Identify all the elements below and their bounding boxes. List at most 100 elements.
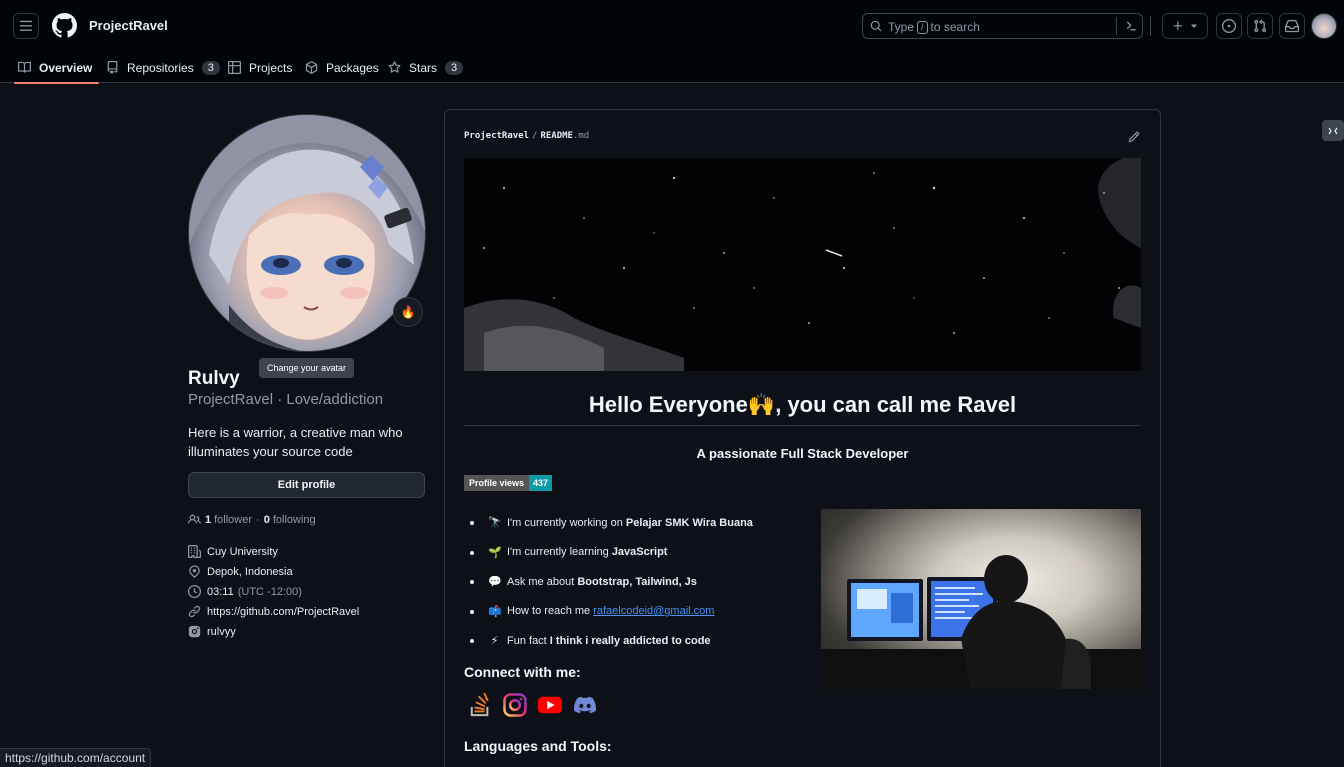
tab-overview-label: Overview: [39, 60, 93, 75]
organization-icon: [188, 545, 201, 558]
copilot-icon: [1328, 127, 1338, 134]
bullet-bold: Bootstrap, Tailwind, Js: [577, 575, 697, 588]
bullet-text: I'm currently working on: [507, 516, 626, 529]
vcard-timezone-text: (UTC -12:00): [237, 585, 302, 598]
github-logo-icon[interactable]: [52, 13, 77, 38]
edit-profile-button[interactable]: Edit profile: [188, 472, 425, 498]
edit-readme-button[interactable]: [1128, 131, 1140, 143]
search-icon: [870, 20, 882, 32]
vcard-location: Depok, Indonesia: [188, 565, 293, 578]
pencil-icon: [1128, 131, 1140, 143]
instagram-logo-icon: [503, 693, 527, 717]
command-palette-icon[interactable]: [1123, 19, 1137, 33]
vcard-website[interactable]: https://github.com/ProjectRavel: [188, 605, 359, 618]
profile-bio: Here is a warrior, a creative man who il…: [188, 425, 403, 459]
follow-stats: 1 follower · 0 following: [188, 513, 316, 526]
issues-button[interactable]: [1216, 13, 1242, 39]
list-item: 💬 Ask me about Bootstrap, Tailwind, Js: [470, 567, 753, 597]
profile-tabs: Overview Repositories 3 Projects Package…: [0, 52, 1344, 84]
follow-separator: ·: [256, 513, 260, 526]
tab-overview[interactable]: Overview: [14, 52, 100, 84]
location-icon: [189, 565, 200, 578]
header-divider: [1150, 16, 1151, 36]
repo-icon: [107, 61, 118, 74]
tab-projects[interactable]: Projects: [228, 52, 292, 83]
triangle-down-icon: [1191, 24, 1197, 28]
git-pull-request-icon: [1254, 19, 1267, 33]
youtube-link[interactable]: [538, 692, 562, 718]
stackoverflow-link[interactable]: [468, 692, 492, 718]
book-icon: [18, 61, 31, 73]
vcard-organization-text: Cuy University: [207, 545, 278, 558]
stars-count-badge: 3: [445, 60, 464, 75]
email-link[interactable]: rafaelcodeid@gmail.com: [593, 605, 714, 617]
vcard-instagram-text: rulvyy: [207, 625, 236, 638]
following-link[interactable]: 0 following: [264, 514, 316, 526]
bullet-bold: JavaScript: [611, 546, 668, 559]
tab-projects-label: Projects: [249, 60, 293, 75]
readme-coder-image: [821, 509, 1141, 689]
discord-icon: [574, 696, 596, 714]
mailbox-emoji-icon: 📫: [488, 605, 502, 618]
readme-crumb-owner[interactable]: ProjectRavel: [464, 131, 529, 141]
youtube-icon: [538, 696, 562, 714]
search-placeholder-prefix: Type: [888, 20, 915, 34]
tab-packages[interactable]: Packages: [305, 52, 379, 83]
clock-icon: [188, 585, 201, 598]
copilot-side-button[interactable]: [1322, 120, 1344, 141]
list-item: ⚡ Fun fact I think i really addicted to …: [470, 626, 753, 656]
profile-views-badge: Profile views 437: [464, 475, 553, 491]
search-divider: [1116, 17, 1117, 35]
pull-requests-button[interactable]: [1247, 13, 1273, 39]
instagram-link[interactable]: [503, 692, 527, 718]
readme-heading-rule: [464, 425, 1141, 426]
bullet-text: Fun fact: [507, 634, 550, 647]
vcard-location-text: Depok, Indonesia: [207, 565, 293, 578]
vcard-instagram[interactable]: rulvyy: [188, 625, 236, 638]
profile-login-pronouns: ProjectRavel · Love/addiction: [188, 391, 384, 408]
bullet-bold: I think i really addicted to code: [549, 634, 711, 647]
avatar-tooltip: Change your avatar: [259, 358, 354, 378]
tab-repositories[interactable]: Repositories 3: [106, 52, 220, 83]
tab-packages-label: Packages: [326, 60, 379, 75]
seedling-emoji-icon: 🌱: [488, 546, 502, 559]
followers-count: 1: [205, 513, 212, 526]
coder-at-desk-illustration: [821, 555, 1141, 689]
night-sky-illustration: [464, 158, 1141, 371]
following-count: 0: [263, 513, 270, 526]
speech-bubble-emoji-icon: 💬: [488, 576, 502, 589]
search-input[interactable]: Type / to search: [862, 13, 1143, 39]
connect-heading: Connect with me:: [464, 664, 581, 680]
global-header: ProjectRavel Type / to search Overview R…: [0, 0, 1344, 84]
context-name[interactable]: ProjectRavel: [89, 18, 168, 33]
lightning-emoji-icon: ⚡: [490, 635, 499, 648]
tab-stars[interactable]: Stars 3: [388, 52, 464, 83]
vcard-time-text: 03:11: [207, 585, 234, 598]
following-label: following: [272, 513, 316, 526]
profile-display-name: Rulvy: [188, 368, 240, 389]
followers-link[interactable]: 1 follower: [205, 514, 252, 526]
plus-icon: [1173, 21, 1183, 31]
hamburger-icon: [19, 20, 33, 31]
readme-breadcrumb: ProjectRavel / README .md: [464, 131, 589, 141]
list-item: 🔭 I'm currently working on Pelajar SMK W…: [470, 508, 753, 538]
instagram-icon: [188, 625, 201, 638]
star-icon: [388, 61, 401, 73]
profile-avatar[interactable]: [188, 114, 426, 352]
search-placeholder-suffix: to search: [930, 20, 980, 34]
readme-crumb-file[interactable]: README: [540, 131, 573, 141]
tab-repositories-label: Repositories: [127, 60, 194, 75]
social-links: [468, 692, 597, 718]
table-icon: [228, 61, 241, 74]
status-emoji-button[interactable]: 🔥: [393, 297, 423, 327]
hamburger-menu-button[interactable]: [13, 13, 39, 39]
readme-subheading: A passionate Full Stack Developer: [696, 446, 909, 461]
link-icon: [188, 605, 201, 618]
issue-opened-icon: [1222, 19, 1236, 33]
create-new-button[interactable]: [1162, 13, 1208, 39]
readme-bullet-list: 🔭 I'm currently working on Pelajar SMK W…: [470, 508, 753, 656]
inbox-button[interactable]: [1279, 13, 1305, 39]
stackoverflow-icon: [470, 693, 489, 717]
discord-link[interactable]: [573, 692, 597, 718]
user-avatar-menu[interactable]: [1311, 13, 1337, 39]
